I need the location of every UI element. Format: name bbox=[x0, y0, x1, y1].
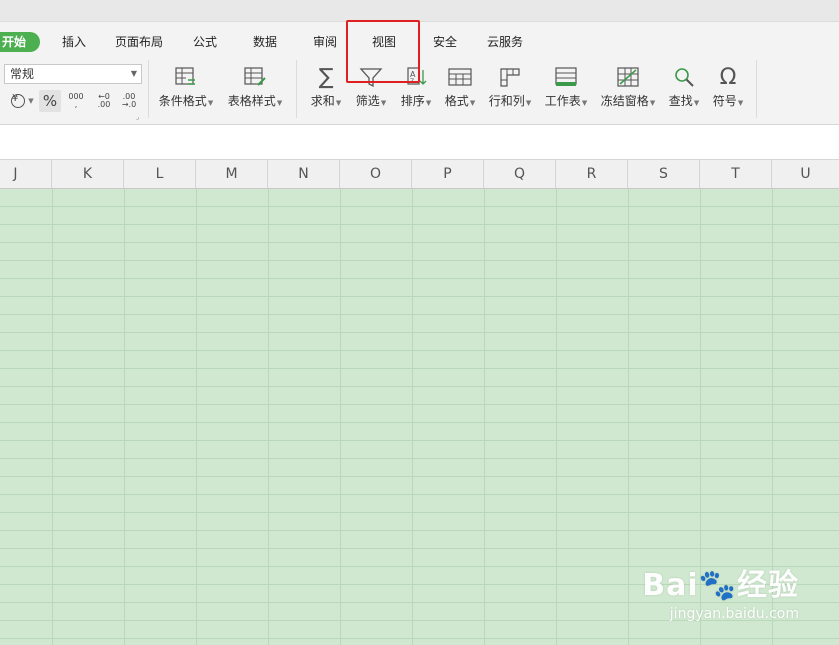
number-format-value: 常规 bbox=[10, 67, 35, 81]
currency-symbol: ¥ bbox=[12, 93, 19, 104]
format-icon bbox=[448, 68, 472, 86]
sort-label: 排序 bbox=[400, 94, 425, 108]
chevron-down-icon: ▼ bbox=[525, 99, 532, 107]
currency-button[interactable]: ¥ ▼ bbox=[7, 90, 37, 112]
column-header-o[interactable]: O bbox=[340, 160, 412, 188]
worksheet-label: 工作表 bbox=[544, 94, 581, 108]
ribbon-separator bbox=[148, 60, 149, 118]
conditional-format-icon bbox=[175, 67, 195, 85]
tab-home[interactable]: 开始 bbox=[0, 32, 41, 52]
tab-data[interactable]: 数据 bbox=[253, 22, 277, 56]
tab-cloud-service[interactable]: 云服务 bbox=[487, 22, 523, 56]
increase-decimal-bottom: .00 bbox=[97, 100, 111, 109]
column-headers: J K L M N O P Q R S T U bbox=[0, 160, 839, 189]
column-header-k[interactable]: K bbox=[52, 160, 124, 188]
chevron-down-icon: ▼ bbox=[276, 99, 283, 107]
format-button[interactable]: 格式▼ bbox=[442, 64, 478, 111]
omega-icon: Ω bbox=[719, 64, 737, 90]
ribbon-separator bbox=[756, 60, 757, 118]
percent-button[interactable]: % bbox=[39, 90, 61, 112]
watermark-brand-suffix: 经验 bbox=[737, 568, 799, 603]
chevron-down-icon: ▼ bbox=[130, 69, 137, 78]
symbol-button[interactable]: Ω 符号▼ bbox=[710, 64, 746, 111]
search-icon bbox=[675, 68, 694, 87]
tab-page-layout[interactable]: 页面布局 bbox=[115, 22, 163, 56]
watermark-url: jingyan.baidu.com bbox=[669, 606, 799, 622]
table-style-icon bbox=[244, 67, 266, 86]
thousands-separator-button[interactable]: 000 , bbox=[66, 90, 86, 112]
number-format-select[interactable]: 常规 ▼ bbox=[4, 64, 142, 84]
symbol-label: 符号 bbox=[712, 94, 737, 108]
baidu-watermark: Bai🐾经验 jingyan.baidu.com bbox=[642, 560, 799, 622]
find-label: 查找 bbox=[668, 94, 693, 108]
row-col-label: 行和列 bbox=[488, 94, 525, 108]
freeze-panes-label: 冻结窗格 bbox=[600, 94, 649, 108]
tab-formulas[interactable]: 公式 bbox=[193, 22, 217, 56]
decrease-decimal-bottom: →.0 bbox=[121, 100, 137, 109]
conditional-format-label: 条件格式 bbox=[158, 94, 207, 108]
freeze-panes-button[interactable]: 冻结窗格▼ bbox=[598, 64, 658, 111]
chevron-down-icon: ▼ bbox=[207, 99, 214, 107]
worksheet-icon bbox=[555, 67, 577, 86]
dialog-launcher-icon[interactable]: ⌟ bbox=[136, 113, 139, 121]
freeze-panes-icon bbox=[617, 67, 639, 87]
sigma-icon: ∑ bbox=[318, 64, 334, 90]
chevron-down-icon: ▼ bbox=[469, 99, 476, 107]
tab-security[interactable]: 安全 bbox=[433, 22, 457, 56]
chevron-down-icon: ▼ bbox=[28, 97, 34, 105]
table-style-label: 表格样式 bbox=[227, 94, 276, 108]
table-style-button[interactable]: 表格样式▼ bbox=[224, 64, 286, 111]
tab-insert[interactable]: 插入 bbox=[62, 22, 86, 56]
column-header-j[interactable]: J bbox=[0, 160, 52, 188]
watermark-brand: Bai bbox=[642, 568, 699, 603]
column-header-q[interactable]: Q bbox=[484, 160, 556, 188]
tab-review[interactable]: 审阅 bbox=[313, 22, 337, 56]
column-header-p[interactable]: P bbox=[412, 160, 484, 188]
chevron-down-icon: ▼ bbox=[335, 99, 342, 107]
conditional-format-button[interactable]: 条件格式▼ bbox=[155, 64, 217, 111]
window-top-bar bbox=[0, 0, 839, 22]
sum-label: 求和 bbox=[310, 94, 335, 108]
column-header-n[interactable]: N bbox=[268, 160, 340, 188]
column-header-r[interactable]: R bbox=[556, 160, 628, 188]
comma-icon: , bbox=[74, 100, 78, 109]
decrease-decimal-button[interactable]: .00 →.0 bbox=[119, 90, 139, 112]
chevron-down-icon: ▼ bbox=[380, 99, 387, 107]
row-col-button[interactable]: 行和列▼ bbox=[486, 64, 534, 111]
column-header-l[interactable]: L bbox=[124, 160, 196, 188]
row-col-icon bbox=[500, 68, 520, 87]
chevron-down-icon: ▼ bbox=[693, 99, 700, 107]
chevron-down-icon: ▼ bbox=[425, 99, 432, 107]
formula-bar[interactable] bbox=[0, 125, 839, 160]
chevron-down-icon: ▼ bbox=[581, 99, 588, 107]
find-button[interactable]: 查找▼ bbox=[666, 64, 702, 111]
column-header-u[interactable]: U bbox=[772, 160, 839, 188]
filter-label: 筛选 bbox=[355, 94, 380, 108]
sum-button[interactable]: ∑ 求和▼ bbox=[308, 64, 344, 111]
paw-icon: 🐾 bbox=[698, 568, 737, 603]
column-header-m[interactable]: M bbox=[196, 160, 268, 188]
ribbon-separator bbox=[296, 60, 297, 118]
tab-view-highlight bbox=[346, 20, 420, 83]
increase-decimal-button[interactable]: ←0 .00 bbox=[94, 90, 114, 112]
chevron-down-icon: ▼ bbox=[649, 99, 656, 107]
format-label: 格式 bbox=[444, 94, 469, 108]
chevron-down-icon: ▼ bbox=[737, 99, 744, 107]
column-header-s[interactable]: S bbox=[628, 160, 700, 188]
worksheet-button[interactable]: 工作表▼ bbox=[542, 64, 590, 111]
column-header-t[interactable]: T bbox=[700, 160, 772, 188]
